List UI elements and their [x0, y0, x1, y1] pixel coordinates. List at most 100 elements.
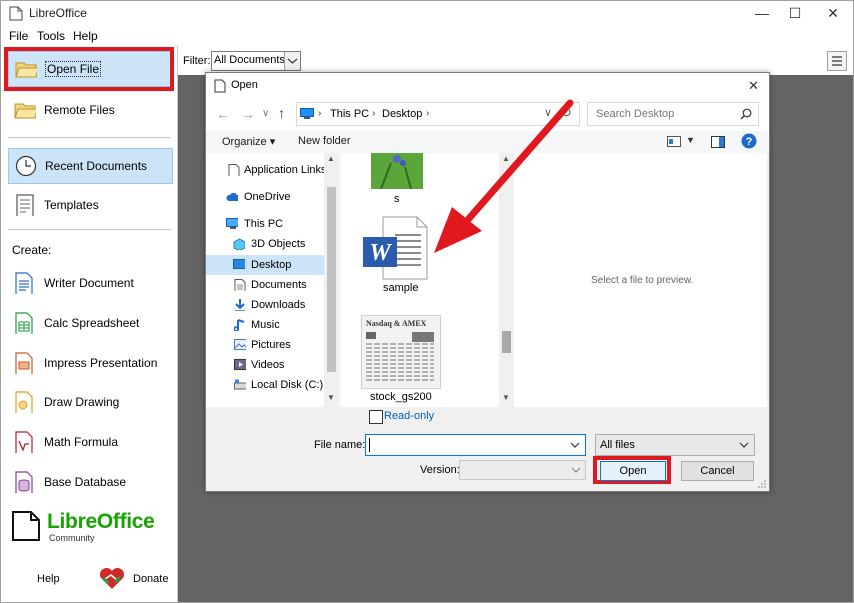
close-button[interactable]: ✕ [816, 3, 850, 23]
create-label: Create: [12, 243, 52, 257]
create-writer-button[interactable]: Writer Document [8, 266, 171, 300]
minimize-button[interactable]: — [745, 3, 779, 23]
templates-button[interactable]: Templates [8, 188, 171, 222]
create-base-button[interactable]: Base Database [8, 465, 171, 499]
scroll-up-icon[interactable]: ▲ [327, 154, 335, 163]
new-folder-button[interactable]: New folder [298, 135, 351, 147]
documents-icon [234, 279, 246, 291]
view-chevron-icon[interactable]: ▼ [686, 135, 695, 145]
breadcrumb-this-pc[interactable]: This PC [330, 108, 369, 120]
nav-onedrive[interactable]: OneDrive [206, 187, 324, 207]
chevron-down-icon [571, 467, 581, 473]
newspaper-columns-icon [366, 332, 434, 381]
open-button-label: Open [619, 465, 647, 477]
file-name-combobox[interactable] [365, 434, 586, 456]
read-only-checkbox[interactable] [369, 410, 383, 424]
document-icon [214, 79, 226, 93]
nav-downloads[interactable]: Downloads [206, 295, 324, 315]
donate-button[interactable]: Donate [133, 573, 168, 585]
create-impress-button[interactable]: Impress Presentation [8, 346, 171, 380]
nav-music[interactable]: Music [206, 315, 324, 335]
create-math-button[interactable]: Math Formula [8, 425, 171, 459]
menu-file[interactable]: File [9, 29, 28, 43]
file-name-input[interactable] [372, 438, 566, 452]
file-thumbnail-s[interactable] [371, 153, 423, 189]
nav-scrollbar[interactable]: ▲ ▼ [324, 153, 339, 407]
nav-local-disk[interactable]: Local Disk (C:) [206, 375, 324, 395]
disk-icon [234, 379, 246, 390]
nav-3d-objects[interactable]: 3D Objects [206, 234, 324, 254]
menu-tools[interactable]: Tools [37, 29, 65, 43]
recent-documents-button[interactable]: Recent Documents [8, 148, 173, 184]
help-button[interactable]: Help [37, 573, 60, 585]
videos-icon [234, 359, 246, 370]
file-name-stock[interactable]: stock_gs200 [370, 391, 432, 403]
base-label: Base Database [44, 475, 127, 489]
donate-heart-icon [99, 567, 125, 589]
file-thumbnail-stock[interactable]: Nasdaq & AMEX [361, 315, 441, 389]
scroll-down-icon[interactable]: ▼ [502, 393, 510, 402]
remote-files-label: Remote Files [44, 103, 115, 117]
read-only-label[interactable]: Read-only [384, 410, 434, 422]
nav-documents[interactable]: Documents [206, 275, 324, 295]
math-label: Math Formula [44, 435, 119, 449]
file-icon [228, 164, 240, 176]
file-name-sample: sample [383, 282, 419, 294]
up-arrow-icon[interactable]: ↑ [278, 105, 285, 121]
hamburger-menu-button[interactable] [827, 51, 847, 71]
cancel-button[interactable]: Cancel [681, 461, 754, 481]
logo-text: LibreOffice [47, 510, 155, 533]
search-box[interactable] [587, 102, 759, 126]
resize-grip-icon[interactable] [756, 478, 767, 489]
preview-pane-icon[interactable] [711, 136, 725, 148]
nav-desktop[interactable]: Desktop [206, 255, 324, 275]
desktop-icon [233, 259, 245, 269]
calc-label: Calc Spreadsheet [44, 316, 140, 330]
back-arrow-icon[interactable]: ← [216, 106, 230, 122]
menu-help[interactable]: Help [73, 29, 98, 43]
scroll-down-icon[interactable]: ▼ [327, 393, 335, 402]
nav-this-pc[interactable]: This PC [206, 214, 324, 234]
open-button[interactable]: Open [600, 461, 666, 481]
dialog-close-button[interactable]: ✕ [748, 78, 759, 94]
organize-button[interactable]: Organize ▾ [222, 135, 275, 148]
file-type-value: All files [600, 439, 635, 451]
draw-label: Draw Drawing [44, 395, 120, 409]
file-scroll-thumb[interactable] [502, 331, 511, 353]
nav-pictures[interactable]: Pictures [206, 335, 324, 355]
filter-dropdown-button[interactable] [284, 52, 300, 70]
help-icon[interactable]: ? [741, 133, 757, 149]
remote-files-button[interactable]: Remote Files [8, 93, 171, 127]
text-caret [369, 438, 370, 452]
music-icon [234, 319, 245, 331]
chevron-down-icon [287, 58, 298, 64]
maximize-button[interactable]: ☐ [778, 3, 812, 23]
draw-icon [15, 391, 33, 413]
forward-arrow-icon[interactable]: → [241, 106, 255, 122]
chevron-down-icon[interactable] [569, 440, 581, 450]
nav-videos[interactable]: Videos [206, 355, 324, 375]
filter-select[interactable]: All Documents [211, 51, 301, 71]
libreoffice-document-icon [9, 6, 23, 21]
chevron-down-icon [739, 442, 749, 448]
version-select[interactable] [459, 460, 586, 480]
this-pc-icon [300, 108, 314, 119]
file-type-select[interactable]: All files [595, 434, 755, 456]
nav-scroll-thumb[interactable] [327, 187, 336, 372]
hamburger-icon [832, 56, 842, 66]
create-calc-button[interactable]: Calc Spreadsheet [8, 306, 171, 340]
clock-icon [15, 155, 37, 177]
search-icon [740, 108, 752, 120]
create-draw-button[interactable]: Draw Drawing [8, 385, 171, 419]
svg-text:?: ? [746, 136, 753, 148]
recent-locations-chevron-icon[interactable]: ∨ [262, 108, 269, 119]
computer-icon [226, 218, 238, 229]
nav-application-links[interactable]: Application Links [206, 160, 327, 180]
cloud-icon [226, 192, 238, 201]
view-options-icon[interactable] [667, 136, 681, 147]
svg-text:W: W [369, 240, 392, 266]
breadcrumb-desktop[interactable]: Desktop [382, 108, 422, 120]
file-name-s[interactable]: s [394, 193, 400, 205]
search-input[interactable] [594, 107, 738, 121]
filter-label: Filter: [183, 55, 211, 67]
